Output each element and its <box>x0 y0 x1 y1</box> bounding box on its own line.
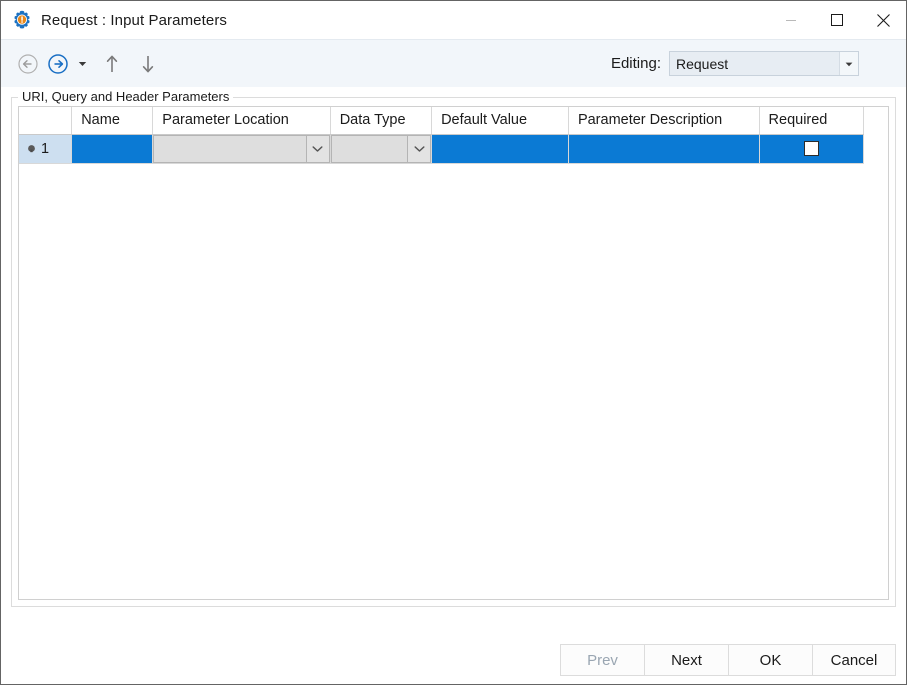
cell-parameter-description[interactable] <box>568 134 760 164</box>
cell-required[interactable] <box>759 134 865 164</box>
parameters-groupbox: URI, Query and Header Parameters Name Pa… <box>11 89 896 607</box>
up-arrow-icon <box>106 55 118 72</box>
edit-row-marker-icon <box>28 145 35 153</box>
parameters-table: Name Parameter Location Data Type Defaul… <box>19 107 865 164</box>
cell-data-type-value[interactable] <box>330 134 408 162</box>
editing-combobox-arrow[interactable] <box>839 52 858 75</box>
cell-data-type-dropdown[interactable] <box>407 134 431 162</box>
move-down-button[interactable] <box>133 49 163 79</box>
chevron-down-icon <box>414 145 425 152</box>
forward-button[interactable] <box>43 49 73 79</box>
cell-parameter-location-dropdown[interactable] <box>305 134 330 162</box>
column-header-name[interactable]: Name <box>71 107 154 135</box>
editing-label: Editing: <box>610 55 661 72</box>
required-checkbox-wrap <box>760 135 863 163</box>
back-button[interactable] <box>13 49 43 79</box>
next-button[interactable]: Next <box>644 644 728 676</box>
groupbox-legend: URI, Query and Header Parameters <box>18 89 234 104</box>
close-icon <box>876 13 890 27</box>
toolbar: Editing: Request <box>1 39 906 87</box>
down-arrow-icon <box>142 55 154 72</box>
dialog-window: Request : Input Parameters Editing: Requ… <box>0 0 907 685</box>
ok-button[interactable]: OK <box>728 644 812 676</box>
editing-combobox-value: Request <box>676 55 729 72</box>
row-number-label: 1 <box>41 140 50 157</box>
cell-name[interactable] <box>71 134 154 164</box>
minimize-icon <box>786 20 796 21</box>
table-row[interactable]: 1 <box>19 134 865 164</box>
editing-combobox[interactable]: Request <box>669 51 859 76</box>
column-header-data-type[interactable]: Data Type <box>330 107 433 135</box>
dialog-body: URI, Query and Header Parameters Name Pa… <box>1 87 906 684</box>
cell-default-value[interactable] <box>431 134 569 164</box>
back-arrow-icon <box>18 53 38 74</box>
required-checkbox[interactable] <box>803 141 819 156</box>
navigation-buttons <box>13 49 163 79</box>
editing-selector: Editing: Request <box>611 40 859 87</box>
close-button[interactable] <box>860 1 906 39</box>
window-controls <box>768 1 906 39</box>
forward-dropdown-button[interactable] <box>73 49 91 79</box>
row-header-cell[interactable]: 1 <box>19 134 73 164</box>
caret-down-icon <box>78 62 86 66</box>
gear-icon <box>14 10 30 29</box>
forward-arrow-icon <box>48 53 68 74</box>
dialog-footer: Prev Next OK Cancel <box>560 644 896 676</box>
cancel-button[interactable]: Cancel <box>812 644 896 676</box>
column-header-required[interactable]: Required <box>759 107 865 135</box>
chevron-down-icon <box>312 145 323 152</box>
title-bar: Request : Input Parameters <box>1 1 906 39</box>
parameters-grid[interactable]: Name Parameter Location Data Type Defaul… <box>18 106 889 600</box>
cell-parameter-location[interactable] <box>152 134 331 164</box>
column-header-parameter-location[interactable]: Parameter Location <box>152 107 331 135</box>
column-header-default-value[interactable]: Default Value <box>431 107 569 135</box>
column-header-rownumber[interactable] <box>19 107 73 135</box>
maximize-button[interactable] <box>814 1 860 39</box>
cell-parameter-location-value[interactable] <box>153 134 306 162</box>
column-header-parameter-description[interactable]: Parameter Description <box>568 107 760 135</box>
minimize-button[interactable] <box>768 1 814 39</box>
window-title: Request : Input Parameters <box>41 11 228 29</box>
caret-down-icon <box>845 62 853 66</box>
prev-button[interactable]: Prev <box>560 644 644 676</box>
cell-data-type[interactable] <box>330 134 433 164</box>
table-header-row: Name Parameter Location Data Type Defaul… <box>19 107 865 135</box>
maximize-icon <box>831 14 843 26</box>
move-up-button[interactable] <box>97 49 127 79</box>
